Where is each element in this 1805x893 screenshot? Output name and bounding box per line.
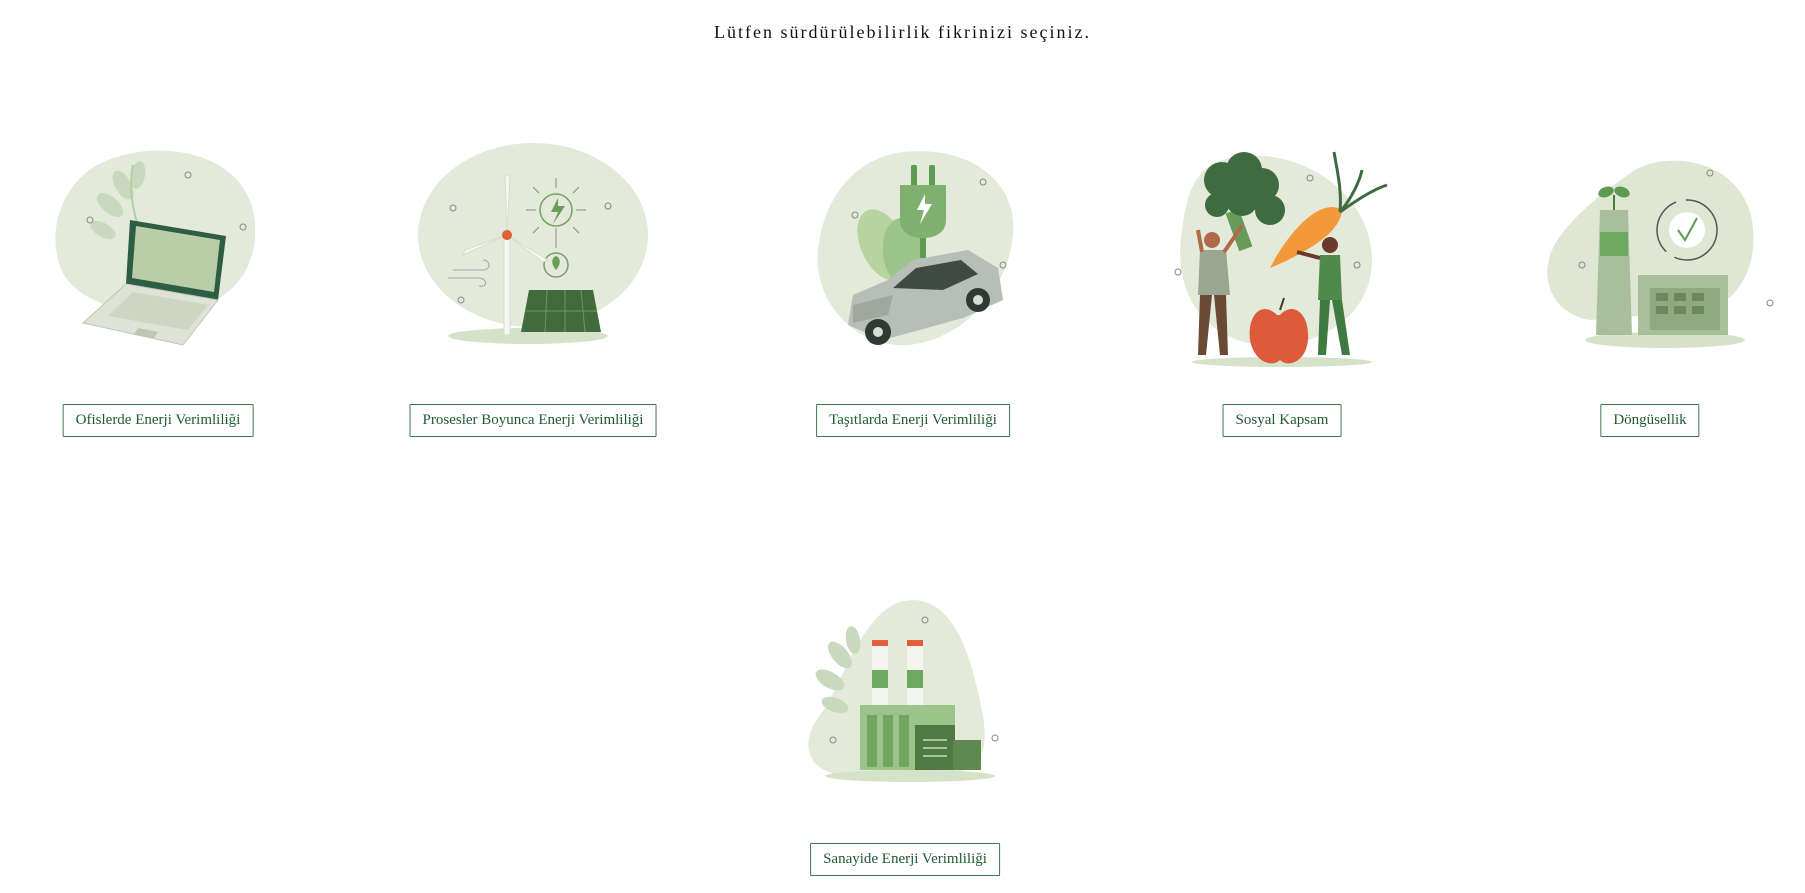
processes-energy-button[interactable]: Prosesler Boyunca Enerji Verimliliği <box>409 404 657 437</box>
circular-factory-icon <box>1547 160 1774 348</box>
page-title: Lütfen sürdürülebilirlik fikrinizi seçin… <box>714 22 1091 42</box>
vehicles-energy-button[interactable]: Taşıtlarda Enerji Verimliliği <box>816 404 1010 437</box>
offices-energy-button[interactable]: Ofislerde Enerji Verimliliği <box>62 404 254 437</box>
social-inclusion-button[interactable]: Sosyal Kapsam <box>1222 404 1342 437</box>
industry-energy-button[interactable]: Sanayide Enerji Verimliliği <box>810 843 1000 876</box>
electric-car-icon <box>817 151 1014 346</box>
card-offices[interactable]: Ofislerde Enerji Verimliliği <box>8 140 308 437</box>
card-vehicles[interactable]: Taşıtlarda Enerji Verimliliği <box>763 140 1063 437</box>
wind-turbine-solar-icon <box>418 143 648 344</box>
people-vegetables-icon <box>1174 151 1388 367</box>
circularity-button[interactable]: Döngüsellik <box>1600 404 1700 437</box>
card-industry[interactable]: Sanayide Enerji Verimliliği <box>755 590 1055 876</box>
laptop-icon <box>55 150 256 346</box>
factory-icon <box>808 600 999 782</box>
card-social[interactable]: Sosyal Kapsam <box>1132 140 1432 437</box>
card-circularity[interactable]: Döngüsellik <box>1500 140 1800 437</box>
card-processes[interactable]: Prosesler Boyunca Enerji Verimliliği <box>383 140 683 437</box>
